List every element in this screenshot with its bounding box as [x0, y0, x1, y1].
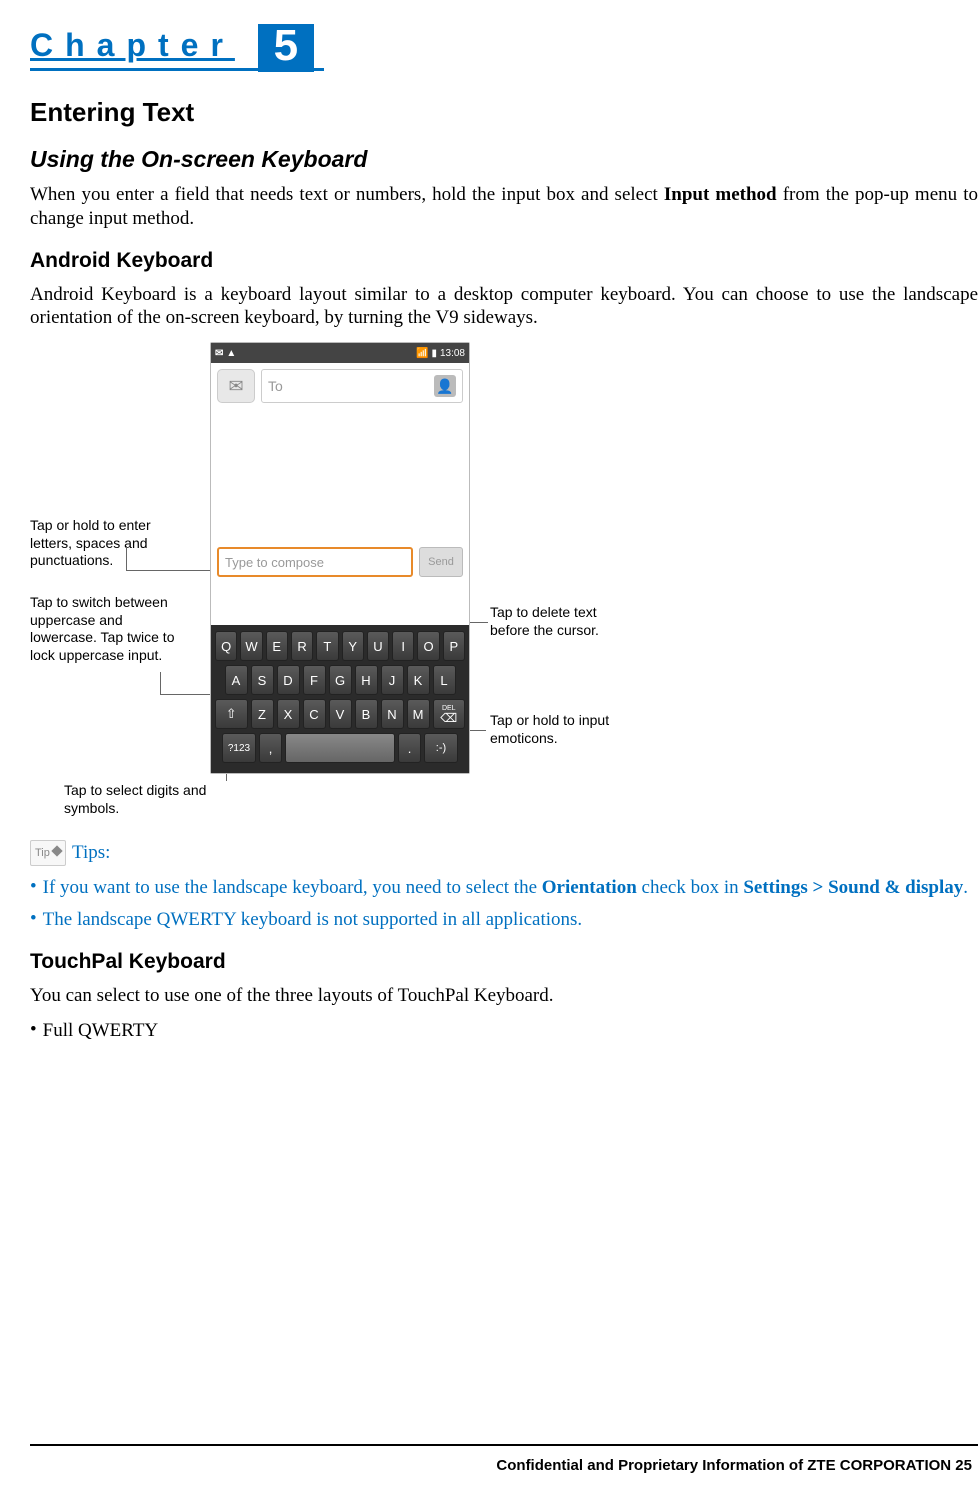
key-j[interactable]: J [381, 665, 404, 695]
key-r[interactable]: R [291, 631, 313, 661]
callout-delete: Tap to delete text before the cursor. [490, 604, 630, 639]
android-paragraph: Android Keyboard is a keyboard layout si… [30, 283, 978, 331]
tips-label: Tips: [72, 842, 110, 864]
key-d[interactable]: D [277, 665, 300, 695]
callout-symbols: Tap to select digits and symbols. [64, 782, 224, 817]
touchpal-paragraph: You can select to use one of the three l… [30, 984, 978, 1008]
intro-paragraph: When you enter a field that needs text o… [30, 183, 978, 231]
tip2-text: The landscape QWERTY keyboard is not sup… [43, 908, 978, 932]
tip1-text: If you want to use the landscape keyboar… [43, 876, 978, 900]
compose-placeholder: Type to compose [225, 555, 324, 570]
callout-emoticons: Tap or hold to input emoticons. [490, 712, 630, 747]
key-u[interactable]: U [367, 631, 389, 661]
key-m[interactable]: M [407, 699, 430, 729]
chapter-number: 5 [258, 24, 314, 72]
status-left-icons: ✉▲ [215, 348, 239, 359]
to-row: ✉ To 👤 [211, 363, 469, 409]
kbd-row-1: Q W E R T Y U I O P [215, 631, 465, 661]
key-h[interactable]: H [355, 665, 378, 695]
page-title: Entering Text [30, 97, 978, 128]
chapter-heading: Chapter 5 [30, 20, 324, 71]
onscreen-keyboard: Q W E R T Y U I O P A S D F G H J K L [211, 625, 469, 773]
key-e[interactable]: E [266, 631, 288, 661]
key-n[interactable]: N [381, 699, 404, 729]
key-b[interactable]: B [355, 699, 378, 729]
kbd-row-3: ⇧ Z X C V B N M DEL ⌫ [215, 699, 465, 729]
phone-mock: ✉▲ 📶▮13:08 ✉ To 👤 Type to compose Send Q… [210, 342, 470, 774]
key-f[interactable]: F [303, 665, 326, 695]
back-button[interactable]: ✉ [217, 369, 255, 403]
compose-row: Type to compose Send [211, 547, 469, 583]
key-c[interactable]: C [303, 699, 326, 729]
contact-icon[interactable]: 👤 [434, 375, 456, 397]
key-emoticon[interactable]: :-) [424, 733, 458, 763]
key-w[interactable]: W [240, 631, 262, 661]
tip-bullet-2: • The landscape QWERTY keyboard is not s… [30, 908, 978, 932]
keyboard-diagram: Tap or hold to enter letters, spaces and… [30, 342, 640, 832]
bullet-dot: • [30, 1019, 43, 1043]
key-p[interactable]: P [443, 631, 465, 661]
full-qwerty-text: Full QWERTY [43, 1019, 978, 1043]
key-period[interactable]: . [398, 733, 421, 763]
key-v[interactable]: V [329, 699, 352, 729]
section-onscreen-keyboard: Using the On-screen Keyboard [30, 146, 978, 173]
callout-shift: Tap to switch between uppercase and lowe… [30, 594, 190, 664]
key-y[interactable]: Y [342, 631, 364, 661]
bullet-full-qwerty: • Full QWERTY [30, 1019, 978, 1043]
warn-icon: ▲ [226, 348, 236, 359]
bullet-dot: • [30, 876, 43, 900]
tip-icon: Tip [30, 840, 66, 866]
signal-icon: 📶 [416, 348, 428, 359]
key-comma[interactable]: , [259, 733, 282, 763]
key-symbols[interactable]: ?123 [222, 733, 256, 763]
status-right-icons: 📶▮13:08 [413, 348, 465, 359]
key-s[interactable]: S [251, 665, 274, 695]
footer-text: Confidential and Proprietary Information… [496, 1457, 972, 1474]
intro-text-a: When you enter a field that needs text o… [30, 184, 664, 205]
intro-text-bold: Input method [664, 184, 777, 205]
key-x[interactable]: X [277, 699, 300, 729]
key-l[interactable]: L [433, 665, 456, 695]
chapter-word: Chapter [30, 27, 235, 63]
bullet-dot: • [30, 908, 43, 932]
key-g[interactable]: G [329, 665, 352, 695]
kbd-row-2: A S D F G H J K L [215, 665, 465, 695]
key-o[interactable]: O [417, 631, 439, 661]
to-field[interactable]: To 👤 [261, 369, 463, 403]
key-k[interactable]: K [407, 665, 430, 695]
send-button[interactable]: Send [419, 547, 463, 577]
footer-divider [30, 1444, 978, 1446]
message-area [211, 409, 469, 547]
key-z[interactable]: Z [251, 699, 274, 729]
key-t[interactable]: T [316, 631, 338, 661]
compose-field[interactable]: Type to compose [217, 547, 413, 577]
msg-icon: ✉ [215, 348, 223, 359]
tips-row: Tip Tips: [30, 840, 978, 866]
key-q[interactable]: Q [215, 631, 237, 661]
to-placeholder: To [268, 378, 283, 394]
key-space[interactable] [285, 733, 395, 763]
key-shift[interactable]: ⇧ [215, 699, 248, 729]
status-bar: ✉▲ 📶▮13:08 [211, 343, 469, 363]
status-time: 13:08 [440, 348, 465, 359]
key-i[interactable]: I [392, 631, 414, 661]
callout-letters: Tap or hold to enter letters, spaces and… [30, 517, 190, 570]
key-a[interactable]: A [225, 665, 248, 695]
section-touchpal-keyboard: TouchPal Keyboard [30, 950, 978, 974]
key-delete[interactable]: DEL ⌫ [433, 699, 466, 729]
section-android-keyboard: Android Keyboard [30, 249, 978, 273]
kbd-row-4: ?123 , . :-) [215, 733, 465, 763]
tip-bullet-1: • If you want to use the landscape keybo… [30, 876, 978, 900]
battery-icon: ▮ [431, 348, 437, 359]
